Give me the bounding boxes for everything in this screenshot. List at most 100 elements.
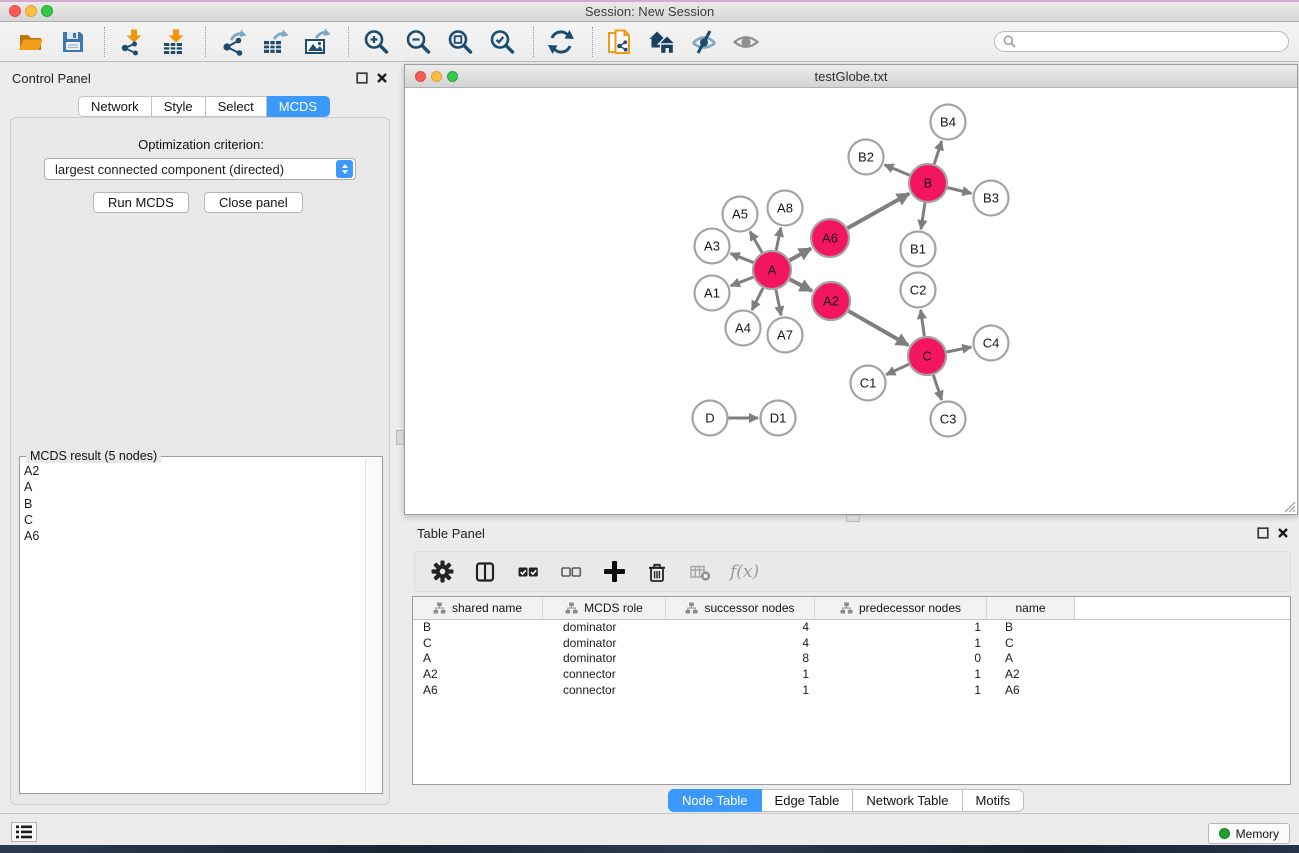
graph-node-C1[interactable]: C1 (851, 366, 886, 401)
graph-edge-B-B1[interactable] (921, 203, 925, 229)
optimization-criterion-dropdown[interactable]: largest connected component (directed) (44, 158, 356, 180)
zoom-selected-icon[interactable] (487, 27, 517, 57)
table-cell[interactable]: C (987, 636, 1075, 652)
graph-edge-B-B3[interactable] (947, 188, 971, 194)
graph-node-D[interactable]: D (693, 401, 728, 436)
table-row[interactable]: Bdominator41B (413, 620, 1290, 636)
graph-node-B[interactable]: B (909, 164, 947, 202)
search-input[interactable] (1021, 35, 1280, 49)
graph-edge-C-C3[interactable] (933, 375, 941, 400)
graph-edge-A-A5[interactable] (750, 231, 762, 252)
result-item[interactable]: A6 (24, 528, 364, 544)
table-cell[interactable]: 1 (815, 620, 987, 636)
table-cell[interactable]: A2 (987, 667, 1075, 683)
birds-eye-view-icon[interactable] (731, 27, 761, 57)
table-cell[interactable]: 0 (815, 651, 987, 667)
zoom-in-icon[interactable] (361, 27, 391, 57)
table-cell[interactable]: connector (543, 667, 666, 683)
table-cell[interactable]: 4 (666, 636, 815, 652)
table-cell[interactable]: dominator (543, 651, 666, 667)
graph-node-B1[interactable]: B1 (901, 232, 936, 267)
graph-node-B4[interactable]: B4 (931, 105, 966, 140)
table-row[interactable]: A2connector11A2 (413, 667, 1290, 683)
graph-node-C3[interactable]: C3 (931, 402, 966, 437)
table-cell[interactable]: A (987, 651, 1075, 667)
select-all-icon[interactable] (515, 559, 541, 585)
table-cell[interactable]: 1 (815, 683, 987, 699)
table-cell[interactable]: A6 (987, 683, 1075, 699)
table-cell[interactable]: 8 (666, 651, 815, 667)
import-table-icon[interactable] (159, 27, 189, 57)
graph-edge-A-A6[interactable] (790, 248, 812, 260)
table-cell[interactable]: A6 (413, 683, 543, 699)
table-row[interactable]: Adominator80A (413, 651, 1290, 667)
column-header-name[interactable]: name (987, 597, 1075, 619)
network-window-titlebar[interactable]: testGlobe.txt (405, 65, 1297, 88)
float-panel-icon[interactable] (356, 72, 368, 84)
tab-mcds[interactable]: MCDS (267, 96, 330, 117)
search-field[interactable] (994, 31, 1289, 52)
tab-motifs[interactable]: Motifs (963, 789, 1025, 812)
function-builder-icon[interactable]: f(x) (730, 562, 759, 582)
memory-button[interactable]: Memory (1208, 823, 1290, 844)
result-scrollbar[interactable] (365, 458, 382, 792)
graph-edge-B-B4[interactable] (934, 141, 942, 164)
horizontal-split-handle[interactable] (396, 430, 404, 445)
graph-node-C[interactable]: C (908, 337, 946, 375)
table-cell[interactable]: B (987, 620, 1075, 636)
graph-edge-A-A2[interactable] (790, 279, 812, 291)
table-cell[interactable]: dominator (543, 636, 666, 652)
result-item[interactable]: A2 (24, 463, 364, 479)
export-network-icon[interactable] (218, 27, 248, 57)
graph-edge-C-C2[interactable] (921, 310, 925, 336)
delete-column-trash-icon[interactable] (644, 559, 670, 585)
resize-grip-icon[interactable] (1281, 498, 1296, 513)
hide-details-icon[interactable] (689, 27, 719, 57)
delete-table-icon[interactable] (687, 559, 713, 585)
add-column-icon[interactable] (601, 559, 627, 585)
refresh-icon[interactable] (546, 27, 576, 57)
close-panel-icon[interactable] (376, 72, 388, 84)
column-header-predecessor-nodes[interactable]: predecessor nodes (815, 597, 987, 619)
column-header-successor-nodes[interactable]: successor nodes (666, 597, 815, 619)
graph-edge-B-B2[interactable] (884, 165, 909, 176)
graph-node-A5[interactable]: A5 (723, 197, 758, 232)
table-cell[interactable]: connector (543, 683, 666, 699)
tab-node-table[interactable]: Node Table (668, 789, 762, 812)
tab-network-table[interactable]: Network Table (853, 789, 962, 812)
column-header-MCDS-role[interactable]: MCDS role (543, 597, 666, 619)
open-session-icon[interactable] (16, 27, 46, 57)
table-settings-gear-icon[interactable] (429, 559, 455, 585)
graph-node-A3[interactable]: A3 (695, 229, 730, 264)
table-row[interactable]: Cdominator41C (413, 636, 1290, 652)
graph-node-A2[interactable]: A2 (812, 282, 850, 320)
table-cell[interactable]: dominator (543, 620, 666, 636)
export-image-icon[interactable] (302, 27, 332, 57)
network-canvas[interactable]: A5A8A6A3AA1A4A7A2B4B2BB3B1C2C4CC1C3DD1 (405, 88, 1297, 514)
table-cell[interactable]: 1 (666, 667, 815, 683)
graph-edge-C-C4[interactable] (947, 347, 972, 352)
table-cell[interactable]: 4 (666, 620, 815, 636)
graph-edge-A2-C[interactable] (848, 311, 908, 345)
zoom-fit-icon[interactable] (445, 27, 475, 57)
table-cell[interactable]: 1 (815, 667, 987, 683)
table-cell[interactable]: 1 (815, 636, 987, 652)
run-mcds-button[interactable]: Run MCDS (93, 192, 189, 213)
task-history-button[interactable] (11, 822, 37, 842)
table-cell[interactable]: 1 (666, 683, 815, 699)
column-visibility-icon[interactable] (472, 559, 498, 585)
close-panel-button[interactable]: Close panel (204, 192, 303, 213)
graph-node-C2[interactable]: C2 (901, 273, 936, 308)
graph-node-A6[interactable]: A6 (811, 219, 849, 257)
graph-node-A[interactable]: A (753, 251, 791, 289)
zoom-out-icon[interactable] (403, 27, 433, 57)
graph-edge-A-A1[interactable] (731, 277, 754, 286)
float-table-panel-icon[interactable] (1257, 527, 1269, 539)
graph-edge-A-A3[interactable] (731, 253, 754, 262)
tab-style[interactable]: Style (152, 96, 206, 117)
tab-edge-table[interactable]: Edge Table (762, 789, 854, 812)
graph-edge-A-A4[interactable] (752, 288, 763, 310)
deselect-all-icon[interactable] (558, 559, 584, 585)
table-cell[interactable]: C (413, 636, 543, 652)
clone-network-icon[interactable] (605, 27, 635, 57)
